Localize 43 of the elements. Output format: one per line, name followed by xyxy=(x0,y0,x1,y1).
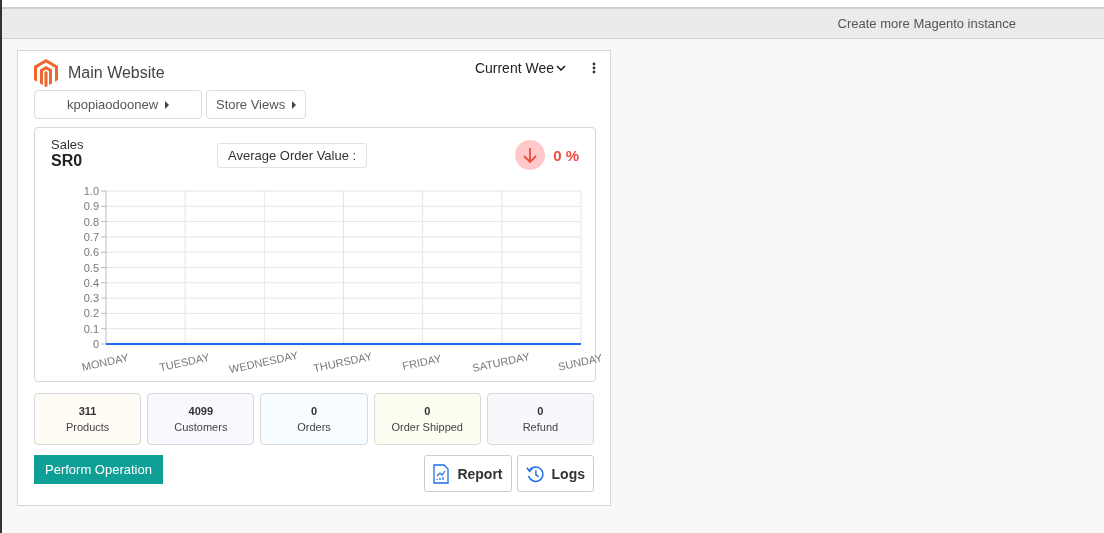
caret-icon xyxy=(165,100,170,109)
stat-value: 0 xyxy=(537,405,544,417)
y-tick-label: 0.6 xyxy=(83,246,99,259)
x-tick-label: FRIDAY xyxy=(401,352,443,373)
stat-value: 0 xyxy=(310,405,318,417)
x-tick-label: MONDAY xyxy=(80,351,130,373)
y-tick-label: 0.4 xyxy=(83,276,99,289)
caret-icon xyxy=(292,100,297,109)
y-tick-label: 0.7 xyxy=(83,230,99,243)
y-tick-label: 0.1 xyxy=(83,322,99,335)
y-tick-label: 0 xyxy=(92,338,99,350)
stat-label: Refund xyxy=(522,421,559,433)
create-instance-link[interactable]: Create more Magento instance xyxy=(837,16,1016,31)
store-selector[interactable]: kpopiaodoonew xyxy=(34,90,202,119)
stat-label: Orders xyxy=(297,421,331,433)
store-selector[interactable]: Store Views xyxy=(206,90,307,119)
stat-label: Order Shipped xyxy=(391,421,463,433)
logo-icon xyxy=(34,58,58,87)
sales-label: Sales xyxy=(51,137,85,152)
y-tick-label: 0.8 xyxy=(83,215,99,228)
report-button[interactable]: Report xyxy=(424,455,512,492)
chevron-down-icon xyxy=(556,64,566,71)
chart-document-icon xyxy=(433,463,450,484)
y-tick-label: 0.9 xyxy=(83,200,99,213)
x-tick-label: SUNDAY xyxy=(556,351,604,373)
y-tick-label: 0.3 xyxy=(83,292,99,305)
sales-value: SR0 xyxy=(51,152,84,170)
stat-value: 0 xyxy=(424,405,431,417)
trend-percentage: 0 % xyxy=(553,146,579,164)
history-icon xyxy=(525,464,544,483)
y-tick-label: 0.2 xyxy=(83,307,99,320)
stat-label: Customers xyxy=(174,421,228,433)
logs-button[interactable]: Logs xyxy=(516,455,594,492)
y-tick-label: 0.5 xyxy=(83,261,99,274)
period-dropdown[interactable]: Current Wee xyxy=(474,59,566,76)
stat-value: 4099 xyxy=(188,405,214,417)
y-tick-label: 1.0 xyxy=(83,185,99,197)
average-order-value: Average Order Value : xyxy=(217,143,368,168)
more-icon[interactable] xyxy=(592,61,596,74)
website-title: Main Website xyxy=(68,63,165,82)
stat-label: Products xyxy=(65,421,110,433)
stat-value: 311 xyxy=(78,405,97,417)
x-tick-label: TUESDAY xyxy=(158,350,211,374)
